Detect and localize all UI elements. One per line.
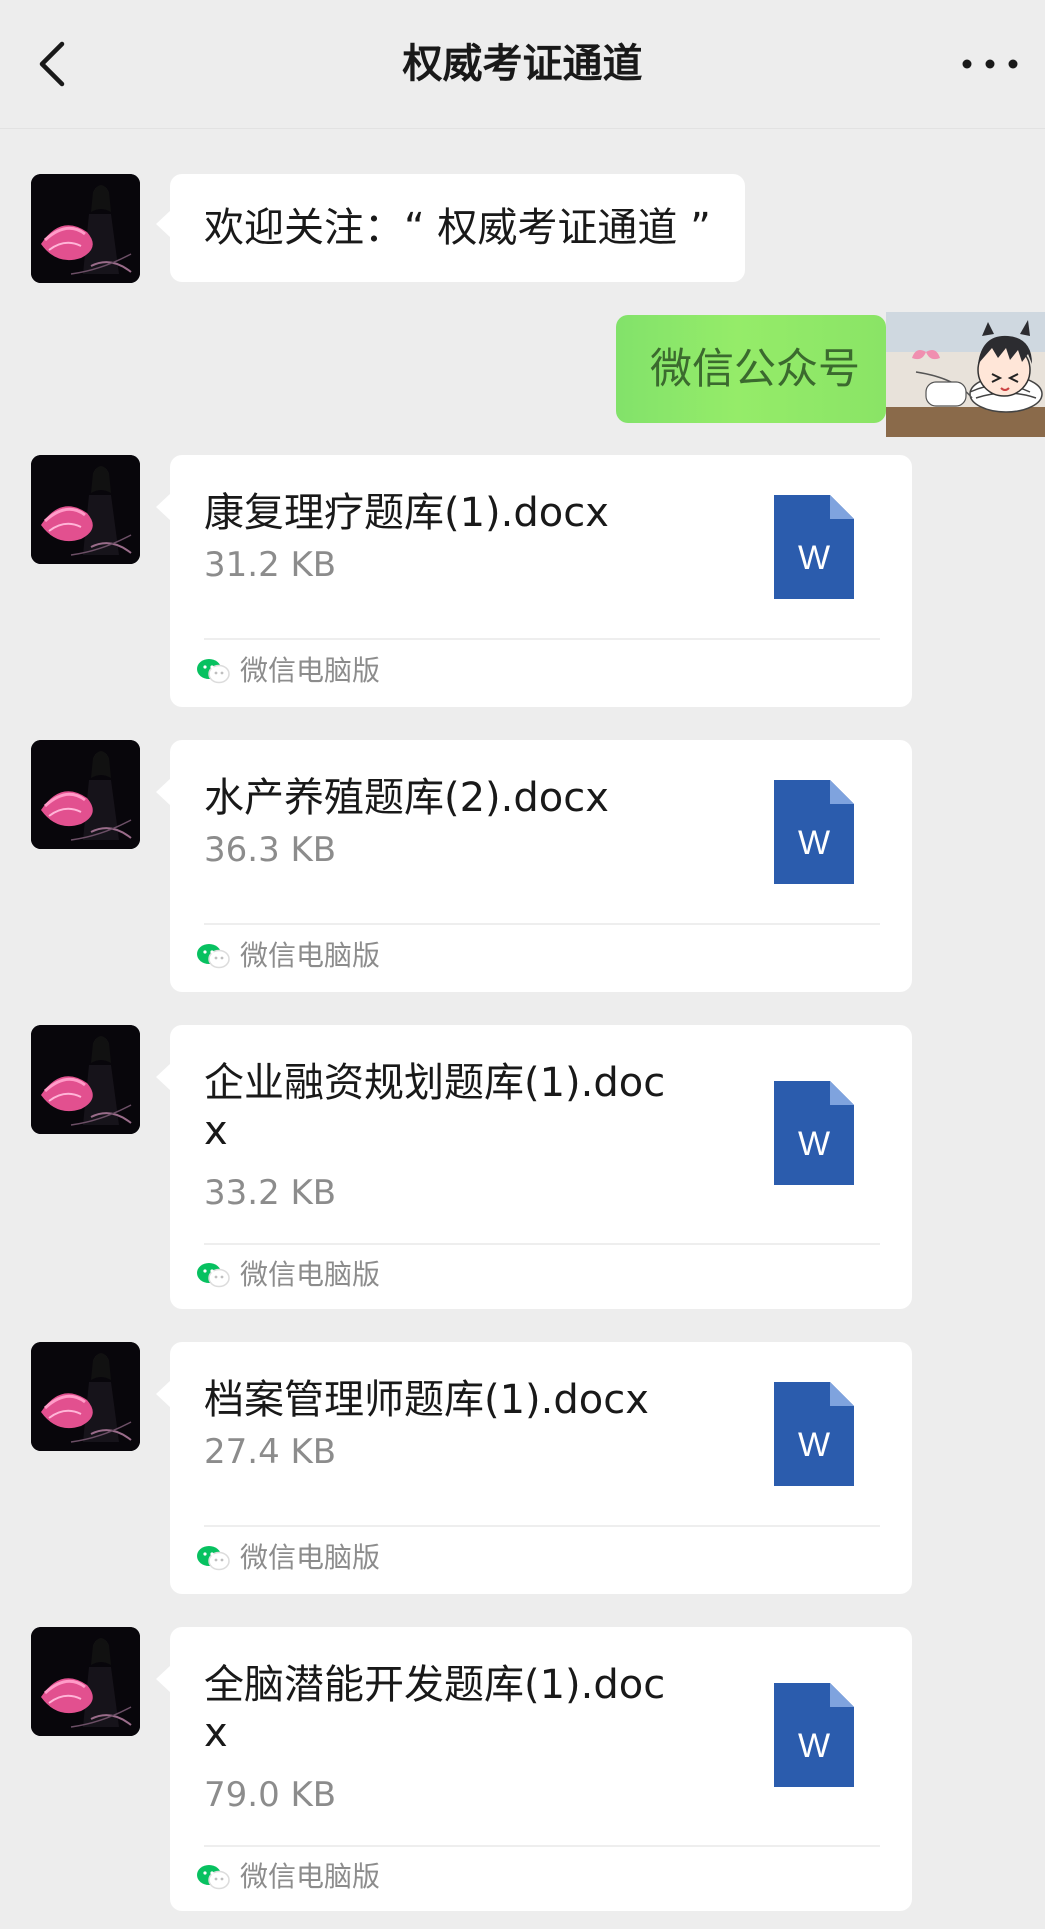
- divider: [204, 1525, 880, 1527]
- source-label: 微信电脑版: [240, 654, 381, 687]
- word-doc-icon: W: [774, 495, 854, 599]
- file-source: 微信电脑版: [196, 936, 380, 976]
- file-source: 微信电脑版: [196, 1255, 380, 1295]
- avatar[interactable]: [31, 1025, 140, 1134]
- word-doc-icon: W: [774, 780, 854, 884]
- file-message[interactable]: 企业融资规划题库(1).docx 33.2 KB W 微信电脑版: [156, 1025, 912, 1309]
- svg-text:W: W: [798, 1125, 830, 1163]
- avatar[interactable]: [31, 1342, 140, 1451]
- svg-text:W: W: [798, 1426, 830, 1464]
- file-size: 31.2 KB: [204, 545, 337, 585]
- svg-text:W: W: [798, 1727, 830, 1765]
- file-name: 全脑潜能开发题库(1).docx: [204, 1662, 666, 1756]
- file-source: 微信电脑版: [196, 1857, 380, 1897]
- more-icon[interactable]: [955, 34, 1025, 94]
- wechat-icon: [197, 659, 230, 684]
- file-size: 33.2 KB: [204, 1173, 337, 1213]
- divider: [204, 1845, 880, 1847]
- word-doc-icon: W: [774, 1081, 854, 1185]
- divider: [204, 923, 880, 925]
- avatar[interactable]: [31, 174, 140, 283]
- file-message[interactable]: 水产养殖题库(2).docx 36.3 KB W 微信电脑版: [156, 740, 912, 992]
- avatar[interactable]: [31, 1627, 140, 1736]
- bubble-tail: [156, 1063, 171, 1091]
- avatar[interactable]: [31, 455, 140, 564]
- welcome-text: 欢迎关注：“ 权威考证通道 ”: [204, 205, 711, 251]
- file-size: 27.4 KB: [204, 1432, 337, 1472]
- wechat-icon: [197, 1546, 230, 1571]
- file-size: 36.3 KB: [204, 830, 337, 870]
- word-doc-icon: W: [774, 1382, 854, 1486]
- svg-text:W: W: [798, 539, 830, 577]
- divider: [204, 1243, 880, 1245]
- outgoing-text: 微信公众号: [650, 344, 861, 393]
- avatar[interactable]: [31, 740, 140, 849]
- bubble-tail: [156, 1665, 171, 1693]
- file-source: 微信电脑版: [196, 651, 380, 691]
- wechat-icon: [197, 944, 230, 969]
- file-message[interactable]: 全脑潜能开发题库(1).docx 79.0 KB W 微信电脑版: [156, 1627, 912, 1911]
- file-name: 康复理疗题库(1).docx: [204, 490, 609, 536]
- nav-bar: 权威考证通道: [0, 0, 1045, 129]
- source-label: 微信电脑版: [240, 1541, 381, 1574]
- welcome-message[interactable]: 欢迎关注：“ 权威考证通道 ”: [156, 174, 745, 282]
- word-doc-icon: W: [774, 1683, 854, 1787]
- svg-text:W: W: [798, 824, 830, 862]
- wechat-icon: [197, 1263, 230, 1288]
- file-source: 微信电脑版: [196, 1538, 380, 1578]
- source-label: 微信电脑版: [240, 1258, 381, 1291]
- user-avatar[interactable]: [886, 312, 1045, 437]
- bubble-tail: [156, 1380, 171, 1408]
- file-size: 79.0 KB: [204, 1775, 337, 1815]
- file-message[interactable]: 康复理疗题库(1).docx 31.2 KB W 微信电脑版: [156, 455, 912, 707]
- bubble-tail: [156, 210, 171, 238]
- bubble-tail: [156, 778, 171, 806]
- page-title: 权威考证通道: [402, 41, 643, 87]
- divider: [204, 638, 880, 640]
- outgoing-message[interactable]: 微信公众号: [616, 315, 886, 423]
- file-name: 档案管理师题库(1).docx: [204, 1377, 649, 1423]
- bubble-tail: [156, 493, 171, 521]
- wechat-icon: [197, 1865, 230, 1890]
- file-name: 水产养殖题库(2).docx: [204, 775, 609, 821]
- source-label: 微信电脑版: [240, 1860, 381, 1893]
- file-name: 企业融资规划题库(1).docx: [204, 1060, 666, 1154]
- source-label: 微信电脑版: [240, 939, 381, 972]
- file-message[interactable]: 档案管理师题库(1).docx 27.4 KB W 微信电脑版: [156, 1342, 912, 1594]
